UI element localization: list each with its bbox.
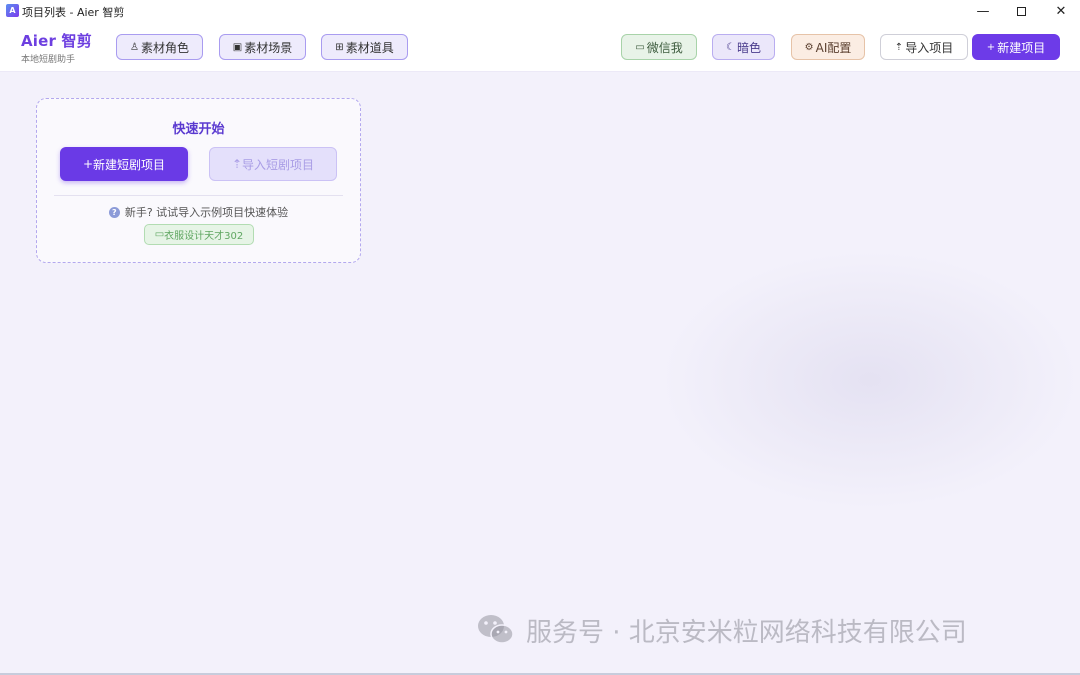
newbie-hint-text: 新手? 试试导入示例项目快速体验 (124, 206, 289, 219)
wechat-label: 微信我 (646, 40, 683, 55)
watermark-text: 服务号 · 北京安米粒网络科技有限公司 (526, 617, 967, 648)
help-icon: ? (108, 206, 120, 218)
maximize-icon (1016, 6, 1026, 16)
maximize-button[interactable] (1001, 0, 1041, 22)
window-title: 项目列表 - Aier 智剪 (22, 6, 125, 19)
ai-config-label: AI配置 (815, 40, 852, 55)
close-button[interactable]: ✕ (1041, 0, 1080, 22)
newbie-hint: ? 新手? 试试导入示例项目快速体验 (37, 204, 360, 220)
folder-icon: ▭ (154, 229, 165, 240)
brand-title: Aier 智剪 (21, 32, 92, 50)
image-icon: ▣ (232, 41, 243, 53)
new-drama-project-label: 新建短剧项目 (93, 157, 166, 172)
box-icon: ⊞ (335, 41, 344, 53)
wechat-logo-icon (478, 615, 514, 644)
quick-start-card: 快速开始 + 新建短剧项目 ⇡ 导入短剧项目 ? 新手? 试试导入示例项目快速体… (36, 98, 361, 263)
background-glow (660, 250, 1080, 510)
material-role-label: 素材角色 (140, 40, 189, 55)
import-drama-project-button[interactable]: ⇡ 导入短剧项目 (209, 147, 337, 181)
new-project-button[interactable]: + 新建项目 (972, 34, 1060, 60)
material-prop-button[interactable]: ⊞ 素材道具 (321, 34, 408, 60)
wechat-button[interactable]: ▭ 微信我 (621, 34, 697, 60)
brand-subtitle: 本地短剧助手 (21, 55, 76, 65)
quick-start-title: 快速开始 (172, 122, 225, 137)
window-titlebar: A 项目列表 - Aier 智剪 — ✕ (0, 0, 1080, 22)
minimize-button[interactable]: — (963, 0, 1003, 22)
new-drama-project-button[interactable]: + 新建短剧项目 (60, 147, 188, 181)
import-project-label: 导入项目 (905, 40, 954, 55)
person-icon: ♙ (130, 41, 139, 53)
ai-config-button[interactable]: ⚙ AI配置 (791, 34, 865, 60)
divider (54, 195, 343, 196)
app-icon: A (6, 4, 19, 17)
dark-mode-label: 暗色 (736, 40, 761, 55)
material-role-button[interactable]: ♙ 素材角色 (116, 34, 203, 60)
moon-icon: ☾ (726, 41, 735, 53)
material-scene-label: 素材场景 (244, 40, 293, 55)
import-project-button[interactable]: ⇡ 导入项目 (880, 34, 968, 60)
chat-icon: ▭ (635, 41, 645, 53)
upload-icon: ⇡ (231, 157, 243, 171)
sample-project-label: 衣服设计天才302 (164, 231, 244, 242)
import-drama-project-label: 导入短剧项目 (242, 157, 315, 172)
dark-mode-button[interactable]: ☾ 暗色 (712, 34, 775, 60)
new-project-label: 新建项目 (997, 40, 1046, 55)
sample-project-chip[interactable]: ▭ 衣服设计天才302 (144, 224, 254, 245)
watermark: 服务号 · 北京安米粒网络科技有限公司 (476, 612, 967, 648)
plus-icon: + (986, 41, 996, 53)
material-prop-label: 素材道具 (345, 40, 394, 55)
plus-icon: + (82, 157, 94, 171)
material-scene-button[interactable]: ▣ 素材场景 (219, 34, 306, 60)
app-header: Aier 智剪 本地短剧助手 ♙ 素材角色 ▣ 素材场景 ⊞ 素材道具 ▭ 微信… (0, 22, 1080, 72)
upload-icon: ⇡ (894, 41, 904, 53)
gear-icon: ⚙ (804, 41, 814, 53)
